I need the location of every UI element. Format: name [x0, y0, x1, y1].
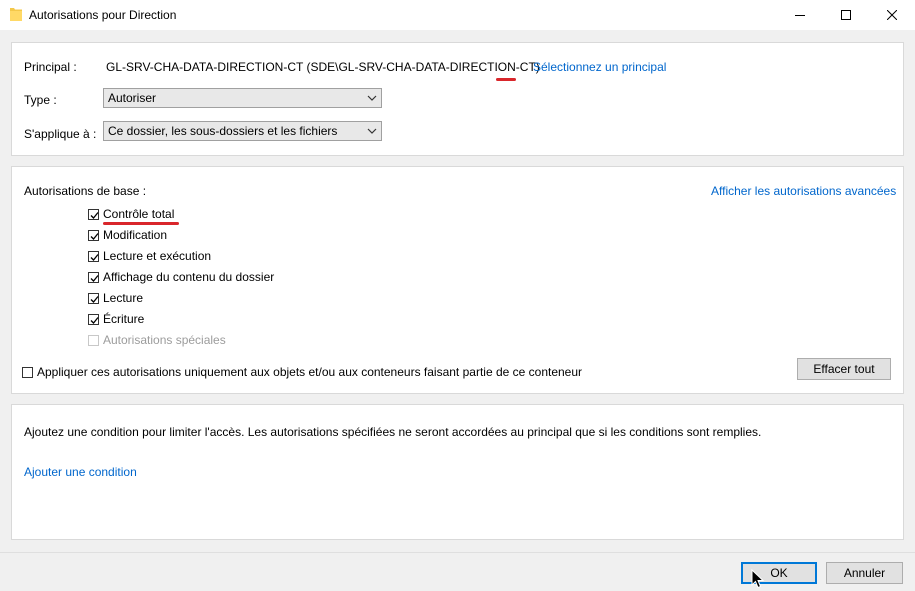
- permission-label: Affichage du contenu du dossier: [103, 270, 275, 284]
- advanced-permissions-link[interactable]: Afficher les autorisations avancées: [711, 184, 896, 198]
- permission-row[interactable]: Contrôle total: [88, 205, 174, 223]
- principal-value: GL-SRV-CHA-DATA-DIRECTION-CT (SDE\GL-SRV…: [106, 60, 540, 74]
- permission-label: Lecture et exécution: [103, 249, 212, 263]
- clear-all-button[interactable]: Effacer tout: [797, 358, 891, 380]
- checkmark-icon: [90, 232, 99, 240]
- permission-checkbox[interactable]: [88, 250, 99, 262]
- apply-only-checkbox-row[interactable]: Appliquer ces autorisations uniquement a…: [22, 363, 582, 381]
- permission-checkbox[interactable]: [88, 208, 99, 220]
- permission-checkbox: [88, 334, 99, 346]
- checkmark-icon: [90, 316, 99, 324]
- window-title: Autorisations pour Direction: [29, 8, 177, 22]
- permission-label: Autorisations spéciales: [103, 333, 226, 347]
- minimize-button[interactable]: [777, 0, 823, 30]
- permission-checkbox[interactable]: [88, 292, 99, 304]
- annotation-underline: [496, 78, 516, 81]
- chevron-down-icon: [367, 128, 377, 134]
- type-select[interactable]: Autoriser: [103, 88, 382, 108]
- applies-to-label: S'applique à :: [24, 127, 97, 141]
- title-bar: Autorisations pour Direction: [0, 0, 915, 30]
- permission-label: Contrôle total: [103, 207, 175, 221]
- minimize-icon: [795, 15, 805, 16]
- applies-to-value: Ce dossier, les sous-dossiers et les fic…: [108, 124, 338, 138]
- close-button[interactable]: [869, 0, 915, 30]
- type-value: Autoriser: [108, 91, 157, 105]
- maximize-icon: [841, 10, 851, 20]
- condition-panel: Ajoutez une condition pour limiter l'acc…: [11, 404, 904, 540]
- permission-row[interactable]: Lecture: [88, 289, 143, 307]
- type-label: Type :: [24, 93, 57, 107]
- applies-to-select[interactable]: Ce dossier, les sous-dossiers et les fic…: [103, 121, 382, 141]
- cancel-button[interactable]: Annuler: [826, 562, 903, 584]
- permissions-heading: Autorisations de base :: [24, 184, 147, 198]
- principal-panel: Principal : GL-SRV-CHA-DATA-DIRECTION-CT…: [11, 42, 904, 156]
- principal-label: Principal :: [24, 60, 77, 74]
- folder-icon: [10, 8, 22, 21]
- permission-label: Lecture: [103, 291, 144, 305]
- condition-description: Ajoutez une condition pour limiter l'acc…: [24, 425, 762, 439]
- permission-row[interactable]: Écriture: [88, 310, 144, 328]
- checkmark-icon: [90, 295, 99, 303]
- annotation-underline: [103, 222, 179, 225]
- maximize-button[interactable]: [823, 0, 869, 30]
- permission-row: Autorisations spéciales: [88, 331, 226, 349]
- checkmark-icon: [90, 253, 99, 261]
- mouse-cursor-icon: [751, 569, 765, 589]
- add-condition-link[interactable]: Ajouter une condition: [24, 465, 137, 479]
- apply-only-checkbox[interactable]: [22, 366, 33, 378]
- chevron-down-icon: [367, 95, 377, 101]
- permission-row[interactable]: Lecture et exécution: [88, 247, 211, 265]
- close-icon: [887, 10, 897, 20]
- permission-label: Modification: [103, 228, 168, 242]
- permission-checkbox[interactable]: [88, 313, 99, 325]
- permission-row[interactable]: Affichage du contenu du dossier: [88, 268, 274, 286]
- permission-row[interactable]: Modification: [88, 226, 167, 244]
- checkmark-icon: [90, 274, 99, 282]
- apply-only-label: Appliquer ces autorisations uniquement a…: [37, 365, 583, 379]
- dialog-footer: OK Annuler: [0, 552, 915, 591]
- dialog-body: Principal : GL-SRV-CHA-DATA-DIRECTION-CT…: [0, 30, 915, 552]
- checkmark-icon: [90, 211, 99, 219]
- permission-checkbox[interactable]: [88, 229, 99, 241]
- permissions-panel: Autorisations de base : Afficher les aut…: [11, 166, 904, 394]
- permission-label: Écriture: [103, 312, 145, 326]
- permission-checkbox[interactable]: [88, 271, 99, 283]
- select-principal-link[interactable]: Sélectionnez un principal: [533, 60, 666, 74]
